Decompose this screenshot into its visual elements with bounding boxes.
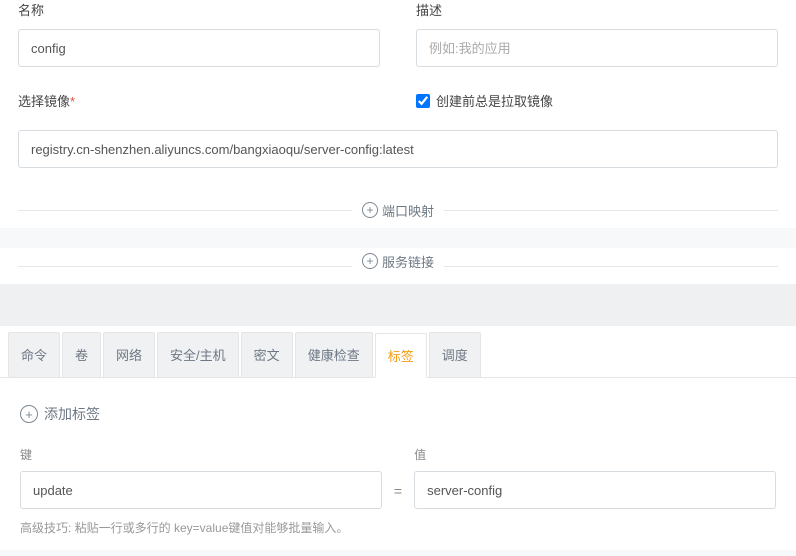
tag-key-input[interactable] bbox=[20, 471, 382, 509]
expand-link-label: 服务链接 bbox=[382, 252, 434, 271]
tab-2[interactable]: 网络 bbox=[103, 332, 155, 377]
tabs: 命令卷网络安全/主机密文健康检查标签调度 bbox=[0, 326, 796, 378]
tab-5[interactable]: 健康检查 bbox=[295, 332, 373, 377]
plus-icon: + bbox=[20, 405, 38, 423]
add-tag-button[interactable]: + 添加标签 bbox=[20, 404, 776, 424]
plus-icon: + bbox=[362, 202, 378, 218]
image-input[interactable] bbox=[18, 130, 778, 168]
equals-sign: = bbox=[394, 483, 402, 509]
tab-7[interactable]: 调度 bbox=[429, 332, 481, 377]
expand-service-link[interactable]: + 服务链接 bbox=[352, 252, 444, 271]
key-label: 键 bbox=[20, 446, 382, 463]
desc-label: 描述 bbox=[416, 0, 778, 19]
tab-0[interactable]: 命令 bbox=[8, 332, 60, 377]
name-input[interactable] bbox=[18, 29, 380, 67]
value-label: 值 bbox=[414, 446, 776, 463]
tab-4[interactable]: 密文 bbox=[241, 332, 293, 377]
tab-6[interactable]: 标签 bbox=[375, 333, 427, 378]
desc-input[interactable] bbox=[416, 29, 778, 67]
expand-port-mapping[interactable]: + 端口映射 bbox=[352, 201, 444, 220]
tab-3[interactable]: 安全/主机 bbox=[157, 332, 239, 377]
tag-value-input[interactable] bbox=[414, 471, 776, 509]
tab-1[interactable]: 卷 bbox=[62, 332, 101, 377]
hint-text: 高级技巧: 粘贴一行或多行的 key=value键值对能够批量输入。 bbox=[20, 519, 776, 536]
add-tag-label: 添加标签 bbox=[44, 404, 100, 424]
expand-port-label: 端口映射 bbox=[382, 201, 434, 220]
pull-before-create-checkbox[interactable] bbox=[416, 94, 430, 108]
pull-before-create-label: 创建前总是拉取镜像 bbox=[436, 91, 553, 110]
plus-icon: + bbox=[362, 253, 378, 269]
image-label: 选择镜像* bbox=[18, 91, 380, 110]
name-label: 名称 bbox=[18, 0, 380, 19]
